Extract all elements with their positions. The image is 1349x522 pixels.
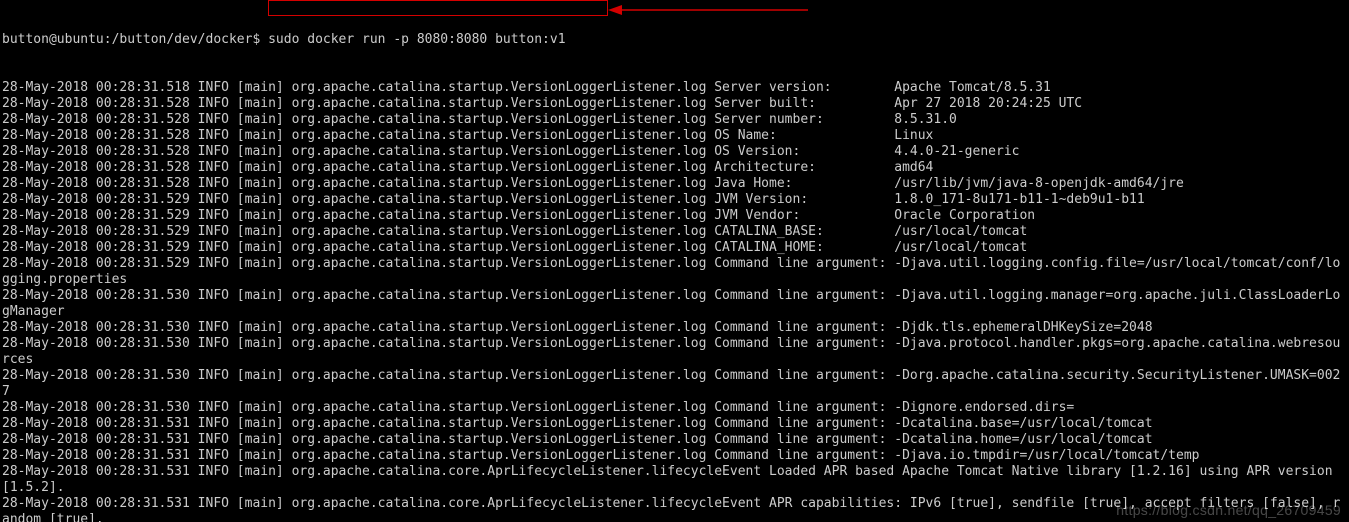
- log-line: 28-May-2018 00:28:31.530 INFO [main] org…: [2, 320, 1347, 336]
- log-block: 28-May-2018 00:28:31.518 INFO [main] org…: [2, 80, 1347, 522]
- log-line: 28-May-2018 00:28:31.530 INFO [main] org…: [2, 336, 1347, 368]
- command-text: sudo docker run -p 8080:8080 button:v1: [268, 32, 565, 47]
- log-line: 28-May-2018 00:28:31.530 INFO [main] org…: [2, 288, 1347, 320]
- log-line: 28-May-2018 00:28:31.531 INFO [main] org…: [2, 416, 1347, 432]
- log-line: 28-May-2018 00:28:31.530 INFO [main] org…: [2, 400, 1347, 416]
- log-line: 28-May-2018 00:28:31.528 INFO [main] org…: [2, 128, 1347, 144]
- log-line: 28-May-2018 00:28:31.531 INFO [main] org…: [2, 432, 1347, 448]
- log-line: 28-May-2018 00:28:31.529 INFO [main] org…: [2, 224, 1347, 240]
- log-line: 28-May-2018 00:28:31.518 INFO [main] org…: [2, 80, 1347, 96]
- log-line: 28-May-2018 00:28:31.529 INFO [main] org…: [2, 208, 1347, 224]
- log-line: 28-May-2018 00:28:31.528 INFO [main] org…: [2, 176, 1347, 192]
- terminal-output[interactable]: button@ubuntu:/button/dev/docker$ sudo d…: [0, 0, 1349, 522]
- log-line: 28-May-2018 00:28:31.528 INFO [main] org…: [2, 160, 1347, 176]
- shell-prompt: button@ubuntu:/button/dev/docker$: [2, 32, 268, 47]
- log-line: 28-May-2018 00:28:31.529 INFO [main] org…: [2, 256, 1347, 288]
- log-line: 28-May-2018 00:28:31.531 INFO [main] org…: [2, 464, 1347, 496]
- log-line: 28-May-2018 00:28:31.528 INFO [main] org…: [2, 96, 1347, 112]
- log-line: 28-May-2018 00:28:31.528 INFO [main] org…: [2, 112, 1347, 128]
- log-line: 28-May-2018 00:28:31.529 INFO [main] org…: [2, 240, 1347, 256]
- command-line: button@ubuntu:/button/dev/docker$ sudo d…: [2, 32, 1347, 48]
- watermark: https://blog.csdn.net/qq_26709459: [1116, 502, 1341, 518]
- log-line: 28-May-2018 00:28:31.529 INFO [main] org…: [2, 192, 1347, 208]
- log-line: 28-May-2018 00:28:31.531 INFO [main] org…: [2, 448, 1347, 464]
- log-line: 28-May-2018 00:28:31.530 INFO [main] org…: [2, 368, 1347, 400]
- log-line: 28-May-2018 00:28:31.528 INFO [main] org…: [2, 144, 1347, 160]
